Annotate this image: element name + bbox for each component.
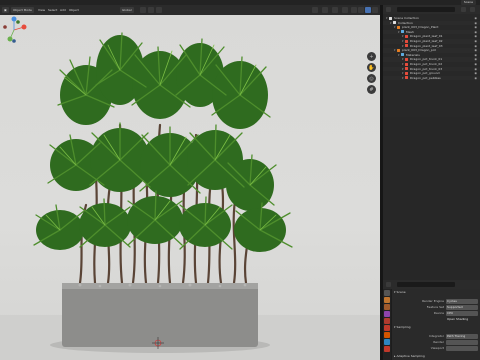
outliner-item-label: Dragon_plant_leaf_01 <box>410 34 443 39</box>
object-tab-icon[interactable] <box>384 332 390 338</box>
pivot-icon[interactable] <box>140 7 146 13</box>
filter-icon[interactable] <box>461 7 466 12</box>
camera-icon[interactable]: ◎ <box>367 74 376 83</box>
viewport-samples-field[interactable] <box>446 346 478 351</box>
grid-icon[interactable]: # <box>367 85 376 94</box>
plant-foliage <box>33 32 293 252</box>
navigation-tools: + ✋ ◎ # <box>367 52 376 96</box>
outliner-item-label: Materials <box>406 52 420 57</box>
properties-header <box>383 280 480 289</box>
editor-type-button[interactable]: ▣ <box>2 7 9 13</box>
outliner-item-type-icon <box>405 67 408 71</box>
outliner-item-type-icon <box>405 76 408 80</box>
adaptive-sampling-header[interactable]: ▸ Adaptive Sampling <box>394 354 425 359</box>
pan-hand-icon[interactable]: ✋ <box>367 63 376 72</box>
outliner-item-type-icon <box>405 34 408 38</box>
outliner-item-type-icon <box>389 16 392 20</box>
render-engine-dropdown[interactable]: Cycles <box>446 299 478 304</box>
integrator-dropdown[interactable]: Path Tracing <box>446 334 478 339</box>
outliner-item-label: plant_003_Dragon_Plant <box>402 25 439 30</box>
world-tab-icon[interactable] <box>384 325 390 331</box>
new-collection-icon[interactable] <box>470 7 475 12</box>
material-tab-icon[interactable] <box>384 346 390 352</box>
device-dropdown[interactable]: CPU <box>446 311 478 316</box>
outliner-item[interactable]: ▾ Dragon_pot_pebbles ◉ <box>383 75 480 81</box>
outliner-search-input[interactable] <box>397 7 455 12</box>
shading-solid-icon[interactable] <box>358 7 364 13</box>
snap-icon[interactable] <box>148 7 154 13</box>
proportional-edit-icon[interactable] <box>156 7 162 13</box>
planter-pot <box>62 283 258 347</box>
orientation-dropdown[interactable]: Global <box>120 7 134 13</box>
outliner-item-label: plant_003_Dragon_pot <box>402 48 436 53</box>
gizmo-x-icon[interactable] <box>21 24 27 30</box>
output-tab-icon[interactable] <box>384 304 390 310</box>
feature-set-row: Feature Set Supported <box>394 305 480 310</box>
outliner-item-label: Dragon_pot_pebbles <box>410 75 441 80</box>
outliner-item-type-icon <box>405 57 408 61</box>
shading-material-icon[interactable] <box>365 7 371 13</box>
outliner-item-type-icon <box>401 53 404 57</box>
overlay-toggle-icon[interactable] <box>332 7 338 13</box>
outliner-item-label: Collection <box>398 20 413 25</box>
outliner-item-type-icon <box>405 62 408 66</box>
osl-checkbox[interactable]: Open Shading Language <box>446 317 478 322</box>
properties-search-input[interactable] <box>397 282 455 287</box>
outliner-item-label: Dragon_pot_trunk_02 <box>410 62 443 66</box>
shading-rendered-icon[interactable] <box>372 7 378 13</box>
scene-section-header[interactable]: ▾ Scene <box>394 290 406 295</box>
mode-dropdown[interactable]: Object Mode <box>11 7 34 13</box>
empty-panel <box>383 117 480 280</box>
outliner-item-type-icon <box>393 21 396 25</box>
properties-editor-icon[interactable] <box>386 282 391 287</box>
navigation-gizmo[interactable] <box>0 15 28 45</box>
render-engine-row: Render Engine Cycles <box>394 299 480 304</box>
outliner-item-label: Dragon_pot_ground <box>410 71 440 76</box>
outliner-item-label: Scene Collection <box>394 16 419 20</box>
outliner-item-type-icon <box>397 25 400 29</box>
render-samples-row: Render <box>394 340 480 345</box>
scene-tab-icon[interactable] <box>384 318 390 324</box>
viewport-samples-row: Viewport <box>394 346 480 351</box>
render-tab-icon[interactable] <box>384 297 390 303</box>
shading-wireframe-icon[interactable] <box>351 7 357 13</box>
visibility-icon[interactable] <box>312 7 318 13</box>
device-row: Device CPU <box>394 311 480 316</box>
outliner-item-type-icon <box>397 48 400 52</box>
gizmo-y-icon[interactable] <box>7 36 13 42</box>
outliner-item-type-icon <box>405 44 408 48</box>
render-samples-field[interactable] <box>446 340 478 345</box>
outliner-item-type-icon <box>405 71 408 75</box>
outliner-editor-icon[interactable] <box>386 7 391 12</box>
outliner-header <box>383 5 480 14</box>
sampling-section-header[interactable]: ▾ Sampling <box>394 325 411 330</box>
feature-set-dropdown[interactable]: Supported <box>446 305 478 310</box>
outliner-item-type-icon <box>405 39 408 43</box>
3d-viewport[interactable]: + ✋ ◎ # <box>0 15 380 360</box>
integrator-row: Integrator Path Tracing <box>394 334 480 339</box>
properties-tabs <box>383 289 391 360</box>
eye-visibility-icon[interactable]: ◉ <box>474 76 477 81</box>
outliner: ▾ Scene Collection ◉ ▾ Collection ◉ ▾ plant_003… <box>383 14 480 117</box>
object-menu[interactable]: Object <box>67 7 81 13</box>
outliner-item-label: Dragon_plant_leaf_03 <box>410 43 443 48</box>
scene-render <box>0 32 380 360</box>
tool-tab-icon[interactable] <box>384 290 390 296</box>
outliner-item-label: Mesh <box>406 29 414 34</box>
osl-row: Open Shading Language <box>394 317 480 322</box>
viewport-header: ▣ Object Mode View Select Add Object Glo… <box>0 5 380 15</box>
zoom-icon[interactable]: + <box>367 52 376 61</box>
gizmo-z-icon[interactable] <box>11 16 17 22</box>
view-layer-tab-icon[interactable] <box>384 311 390 317</box>
modifier-tab-icon[interactable] <box>384 339 390 345</box>
outliner-item-type-icon <box>401 30 404 34</box>
outliner-item-label: Dragon_plant_leaf_02 <box>410 39 443 43</box>
properties-body: ▾ Scene Render Engine Cycles Feature Set… <box>392 289 480 360</box>
xray-icon[interactable] <box>342 7 348 13</box>
outliner-item-label: Dragon_pot_trunk_01 <box>410 57 443 62</box>
gizmo-toggle-icon[interactable] <box>322 7 328 13</box>
outliner-item-label: Dragon_pot_trunk_03 <box>410 66 443 71</box>
